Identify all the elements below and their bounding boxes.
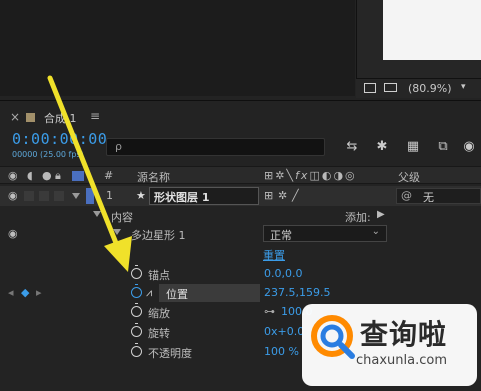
chevron-down-icon[interactable]: ⌄ — [372, 226, 380, 237]
reset-link[interactable]: 重置 — [263, 247, 285, 263]
monitor-icon[interactable] — [384, 83, 397, 92]
chevron-down-icon[interactable]: ▾ — [461, 82, 466, 92]
polystar-label: 多边星形 1 — [131, 229, 186, 242]
blend-mode-value[interactable]: 正常 — [270, 227, 292, 243]
draft-3d-icon[interactable]: ✱ — [374, 140, 390, 154]
snapshot-icon[interactable] — [364, 83, 376, 93]
composition-viewer — [0, 0, 355, 96]
column-number: # — [104, 169, 114, 182]
composition-swatch-icon — [26, 113, 35, 122]
tab-title[interactable]: 合成 1 — [44, 110, 77, 126]
property-value[interactable]: 0x+0.0 — [264, 325, 304, 338]
property-row-position[interactable]: ◂ ◆ ▸ ⩘ 位置 237.5,159.5 — [0, 283, 481, 303]
eye-icon[interactable]: ◉ — [8, 169, 18, 182]
property-label: 缩放 — [148, 307, 170, 320]
frame-count: 00000 (25.00 fps) — [12, 150, 84, 159]
zoom-level[interactable]: (80.9%) — [408, 82, 452, 95]
property-label: 不透明度 — [148, 347, 192, 360]
solo-icon[interactable]: ● — [42, 169, 52, 182]
link-icon[interactable]: ⊶ — [264, 305, 275, 318]
close-icon[interactable]: × — [10, 110, 20, 124]
graph-icon[interactable]: ◉ — [461, 140, 477, 154]
expand-triangle-icon[interactable] — [113, 249, 121, 255]
layer-name-field[interactable]: 形状图层 1 — [149, 187, 259, 205]
expand-triangle-icon[interactable] — [93, 211, 101, 217]
search-icon: ρ — [115, 140, 122, 153]
motion-blur-icon[interactable]: ⧉ — [435, 140, 451, 154]
graph-editor-icon[interactable]: ⇆ — [344, 140, 360, 154]
polystar-row[interactable]: ◉ 多边星形 1 — [0, 224, 481, 244]
viewer-toolbar: (80.9%) ▾ — [356, 78, 481, 98]
add-arrow-icon[interactable]: ▶ — [377, 209, 385, 220]
timeline-tab[interactable]: × 合成 1 ≡ — [0, 107, 481, 127]
layer-switches[interactable]: ⊞ ✲ ╱ — [264, 186, 384, 206]
transform-row[interactable]: 重置 — [0, 244, 481, 264]
current-time-display[interactable]: 0:00:00:00 — [12, 130, 107, 148]
lock-toggle[interactable] — [54, 191, 64, 201]
prev-keyframe-icon[interactable]: ◂ — [8, 286, 14, 299]
star-shape-icon: ★ — [136, 189, 146, 202]
stopwatch-icon[interactable] — [131, 303, 142, 317]
column-parent[interactable]: 父级 — [398, 169, 420, 185]
property-value[interactable]: 237.5,159.5 — [264, 286, 330, 299]
add-button[interactable]: 添加: — [345, 209, 371, 225]
layer-number: 1 — [106, 189, 113, 202]
expand-triangle-icon[interactable] — [72, 193, 80, 199]
parent-value[interactable]: 无 — [423, 189, 434, 205]
audio-icon[interactable]: ◖ — [27, 169, 33, 182]
shy-switch-icon[interactable]: ⊞ — [264, 189, 273, 202]
property-value[interactable]: 100 % — [264, 345, 299, 358]
label-color-icon — [72, 171, 84, 181]
property-label: 位置 — [166, 288, 188, 301]
keyframe-diamond-icon[interactable]: ◆ — [21, 286, 29, 299]
watermark-logo-icon — [311, 315, 355, 359]
watermark-name: 查询啦 — [360, 318, 448, 351]
collapse-switch-icon[interactable]: ✲ — [278, 189, 287, 202]
visibility-eye-icon[interactable]: ◉ — [8, 227, 18, 240]
property-label: 旋转 — [148, 327, 170, 340]
layer-label-color[interactable] — [86, 188, 94, 204]
property-label: 锚点 — [148, 269, 170, 282]
column-source-name[interactable]: 源名称 — [137, 169, 170, 185]
layer-column-header: ◉ ◖ ● 🔒︎ # 源名称 ⊞✲╲fx◫◐◑◎ 父级 — [0, 166, 481, 184]
layer-name[interactable]: 形状图层 1 — [154, 189, 209, 205]
stopwatch-icon[interactable] — [131, 265, 142, 279]
panel-menu-icon[interactable]: ≡ — [90, 109, 100, 123]
lock-icon[interactable]: 🔒︎ — [55, 169, 61, 183]
expand-triangle-icon[interactable] — [113, 229, 121, 235]
frame-blending-icon[interactable]: ▦ — [405, 140, 421, 154]
pick-whip-icon[interactable]: @ — [401, 189, 412, 202]
composition-canvas[interactable] — [383, 0, 481, 60]
solo-toggle[interactable] — [39, 191, 49, 201]
property-row-anchor[interactable]: 锚点 0.0,0.0 — [0, 264, 481, 284]
stopwatch-active-icon[interactable] — [131, 284, 142, 298]
next-keyframe-icon[interactable]: ▸ — [36, 286, 42, 299]
switches-icons: ⊞✲╲fx◫◐◑◎ — [264, 169, 357, 182]
parent-dropdown[interactable]: @ 无 — [396, 188, 481, 204]
stopwatch-icon[interactable] — [131, 343, 142, 357]
property-value[interactable]: 0.0,0.0 — [264, 267, 302, 280]
contents-row[interactable]: 内容 添加: ▶ — [0, 206, 481, 226]
watermark-url: chaxunla.com — [356, 353, 447, 368]
graph-toggle-icon[interactable]: ⩘ — [146, 286, 152, 300]
blend-mode-dropdown[interactable]: 正常 ⌄ — [263, 225, 387, 242]
divider — [0, 100, 481, 101]
visibility-eye-icon[interactable]: ◉ — [8, 189, 18, 202]
audio-toggle[interactable] — [24, 191, 34, 201]
layer-search-input[interactable]: ρ — [106, 138, 325, 156]
quality-switch-icon[interactable]: ╱ — [292, 189, 299, 202]
stopwatch-icon[interactable] — [131, 323, 142, 337]
contents-label: 内容 — [111, 211, 133, 224]
